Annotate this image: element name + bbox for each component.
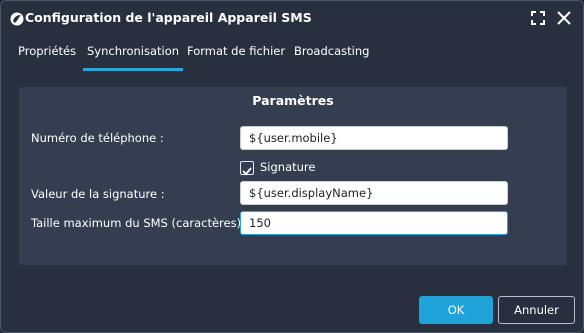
tab-format-de-fichier[interactable]: Format de fichier [187,44,285,66]
parameters-panel: Paramètres Numéro de téléphone : ${user.… [19,87,567,265]
title-bar: Configuration de l'appareil Appareil SMS [1,1,583,35]
signature-value-input[interactable]: ${user.displayName} [240,181,508,205]
window-title: Configuration de l'appareil Appareil SMS [25,10,312,25]
tab-proprietes[interactable]: Propriétés [18,44,76,66]
checkmark-icon [242,167,252,176]
tab-broadcasting[interactable]: Broadcasting [294,44,369,66]
max-size-label: Taille maximum du SMS (caractères) : [31,216,249,230]
maximize-icon[interactable] [529,9,547,27]
dialog-window: Configuration de l'appareil Appareil SMS… [0,0,584,333]
app-logo-icon [10,11,24,26]
tab-bar: Propriétés Synchronisation Format de fic… [1,39,583,71]
phone-label: Numéro de téléphone : [31,131,164,145]
panel-title: Paramètres [252,93,334,108]
close-icon[interactable] [555,9,573,27]
tab-synchronisation[interactable]: Synchronisation [82,44,184,71]
signature-value-label: Valeur de la signature : [31,187,165,201]
cancel-button[interactable]: Annuler [498,296,575,324]
ok-button[interactable]: OK [419,296,493,324]
max-size-input[interactable]: 150 [240,211,508,235]
phone-input[interactable]: ${user.mobile} [240,126,508,150]
signature-checkbox-label: Signature [260,160,316,174]
signature-checkbox[interactable] [240,161,254,176]
